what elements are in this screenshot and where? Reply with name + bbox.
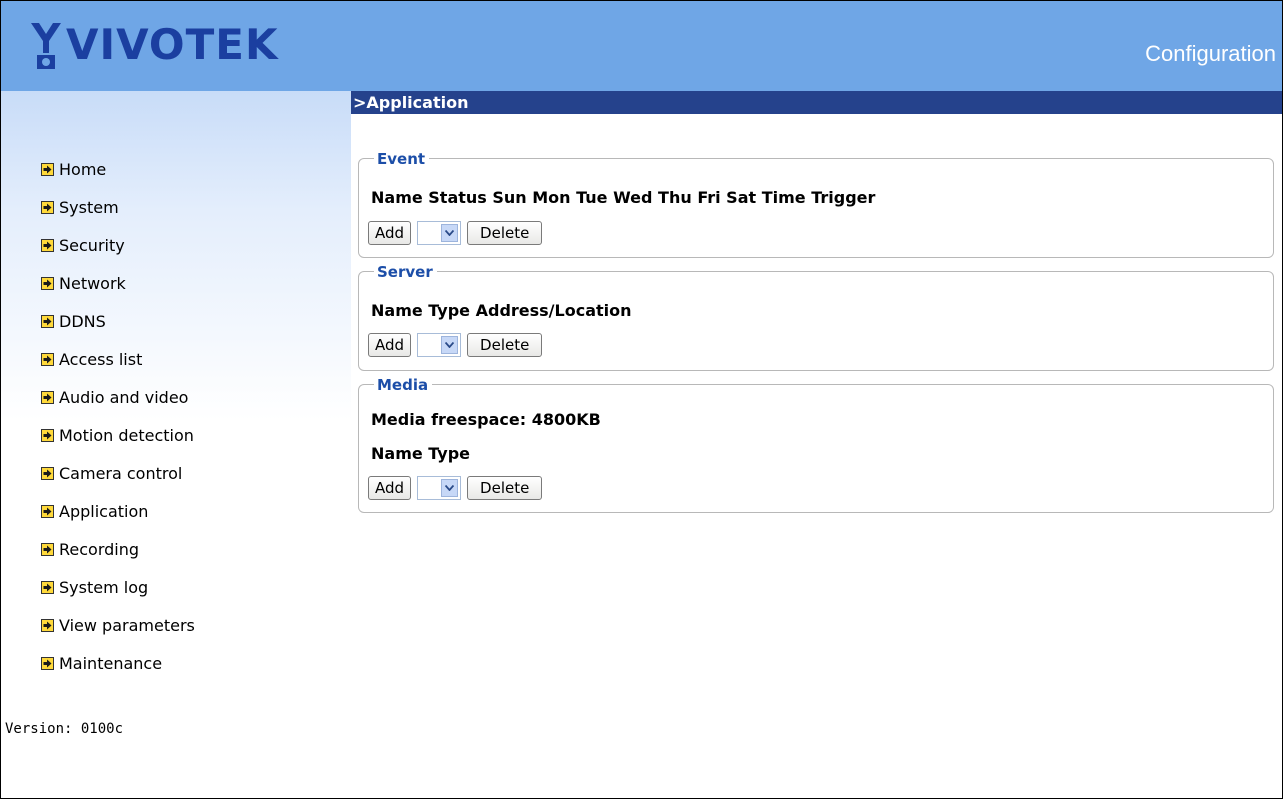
section-title-bar: >Application xyxy=(351,91,1282,114)
sidebar-item-label: Camera control xyxy=(59,463,183,483)
arrow-right-icon xyxy=(41,352,54,366)
sidebar-item-label: Application xyxy=(59,501,149,521)
arrow-right-icon xyxy=(41,504,54,518)
sidebar-nav: Home System Security Network DDNS Access list… xyxy=(41,150,195,682)
vivotek-logo-icon xyxy=(31,23,61,69)
sidebar-item-camera-control[interactable]: Camera control xyxy=(41,454,195,492)
arrow-right-icon xyxy=(41,238,54,252)
arrow-right-icon xyxy=(41,390,54,404)
sidebar-item-label: Maintenance xyxy=(59,653,163,673)
chevron-down-icon xyxy=(441,224,459,242)
arrow-right-icon xyxy=(41,466,54,480)
media-delete-button[interactable]: Delete xyxy=(467,476,543,500)
sidebar-item-label: System log xyxy=(59,577,149,597)
sidebar-item-view-parameters[interactable]: View parameters xyxy=(41,606,195,644)
sidebar-item-system-log[interactable]: System log xyxy=(41,568,195,606)
arrow-right-icon xyxy=(41,656,54,670)
media-select[interactable] xyxy=(417,476,462,500)
sidebar-item-home[interactable]: Home xyxy=(41,150,195,188)
sidebar-item-label: Access list xyxy=(59,349,143,369)
media-controls: Add Delete xyxy=(368,476,543,500)
sidebar-item-recording[interactable]: Recording xyxy=(41,530,195,568)
arrow-right-icon xyxy=(41,580,54,594)
vivotek-logo: VIVOTEK xyxy=(29,15,279,75)
sidebar-item-network[interactable]: Network xyxy=(41,264,195,302)
arrow-right-icon xyxy=(41,542,54,556)
sidebar-item-label: View parameters xyxy=(59,615,195,635)
sidebar-item-label: System xyxy=(59,197,119,217)
page-frame: VIVOTEK Configuration Home System Security… xyxy=(0,0,1283,799)
server-select[interactable] xyxy=(417,333,462,357)
sidebar-item-security[interactable]: Security xyxy=(41,226,195,264)
event-delete-button[interactable]: Delete xyxy=(467,221,543,245)
server-controls: Add Delete xyxy=(368,333,543,357)
media-columns-header: Name Type xyxy=(371,444,471,463)
sidebar-item-label: DDNS xyxy=(59,311,106,331)
sidebar-item-application[interactable]: Application xyxy=(41,492,195,530)
arrow-right-icon xyxy=(41,200,54,214)
sidebar-item-label: Network xyxy=(59,273,126,293)
media-legend: Media xyxy=(374,376,433,394)
chevron-down-icon xyxy=(441,479,459,497)
logo-text: VIVOTEK xyxy=(66,20,279,69)
event-add-button[interactable]: Add xyxy=(368,221,412,245)
sidebar-item-label: Recording xyxy=(59,539,140,559)
section-title: >Application xyxy=(353,93,469,112)
sidebar-item-motion-detection[interactable]: Motion detection xyxy=(41,416,195,454)
sidebar-item-maintenance[interactable]: Maintenance xyxy=(41,644,195,682)
header-banner: VIVOTEK Configuration xyxy=(1,1,1282,91)
chevron-down-icon xyxy=(441,336,459,354)
sidebar: Home System Security Network DDNS Access list… xyxy=(1,91,351,798)
sidebar-item-label: Security xyxy=(59,235,125,255)
media-add-button[interactable]: Add xyxy=(368,476,412,500)
media-group: Media Media freespace: 4800KB Name Type … xyxy=(358,376,1274,513)
event-select[interactable] xyxy=(417,221,462,245)
server-delete-button[interactable]: Delete xyxy=(467,333,543,357)
arrow-right-icon xyxy=(41,618,54,632)
arrow-right-icon xyxy=(41,314,54,328)
sidebar-item-access-list[interactable]: Access list xyxy=(41,340,195,378)
event-columns-header: Name Status Sun Mon Tue Wed Thu Fri Sat … xyxy=(371,188,876,207)
server-columns-header: Name Type Address/Location xyxy=(371,301,632,320)
page-title: Configuration xyxy=(1145,41,1276,66)
sidebar-item-ddns[interactable]: DDNS xyxy=(41,302,195,340)
server-legend: Server xyxy=(374,263,437,281)
sidebar-item-system[interactable]: System xyxy=(41,188,195,226)
sidebar-item-audio-and-video[interactable]: Audio and video xyxy=(41,378,195,416)
arrow-right-icon xyxy=(41,428,54,442)
server-group: Server Name Type Address/Location Add De… xyxy=(358,263,1274,371)
server-add-button[interactable]: Add xyxy=(368,333,412,357)
media-freespace: Media freespace: 4800KB xyxy=(371,410,601,429)
sidebar-item-label: Home xyxy=(59,159,107,179)
arrow-right-icon xyxy=(41,162,54,176)
sidebar-item-label: Audio and video xyxy=(59,387,189,407)
event-legend: Event xyxy=(374,150,430,168)
event-controls: Add Delete xyxy=(368,221,543,245)
arrow-right-icon xyxy=(41,276,54,290)
version-text: Version: 0100c xyxy=(5,721,124,737)
sidebar-item-label: Motion detection xyxy=(59,425,194,445)
event-group: Event Name Status Sun Mon Tue Wed Thu Fr… xyxy=(358,150,1274,258)
